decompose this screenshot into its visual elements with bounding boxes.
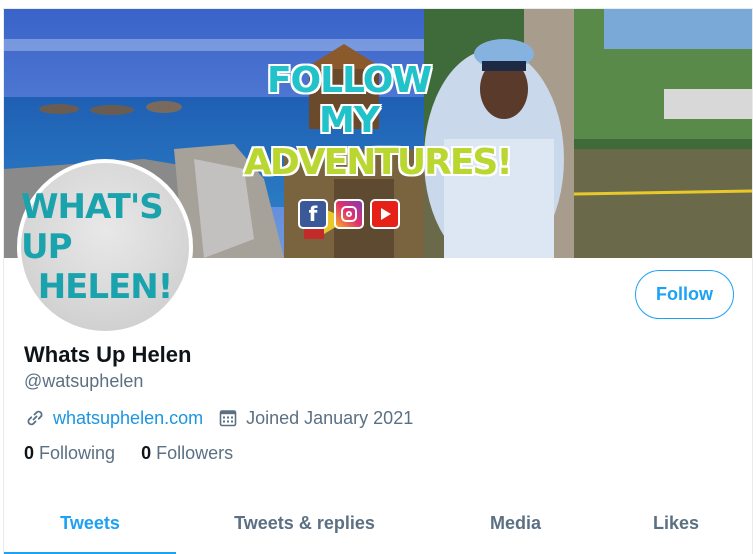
avatar-text-line2: HELEN! — [37, 267, 174, 307]
tab-tweets[interactable]: Tweets — [4, 492, 176, 554]
website-link[interactable]: whatsuphelen.com — [53, 408, 203, 429]
tab-media[interactable]: Media — [433, 492, 598, 554]
facebook-icon: f — [298, 199, 328, 229]
banner-headline-line2: ADVENTURES! — [244, 142, 513, 183]
banner-social-icons: f — [244, 199, 454, 229]
follow-stats: 0 Following 0 Followers — [24, 443, 259, 464]
profile-meta: whatsuphelen.com Joined January 2021 — [24, 406, 413, 430]
link-icon — [24, 407, 46, 429]
instagram-icon — [334, 199, 364, 229]
followers-stat[interactable]: 0 Followers — [141, 443, 233, 464]
calendar-icon — [217, 407, 239, 429]
following-count: 0 — [24, 443, 35, 463]
joined-date: Joined January 2021 — [246, 407, 414, 428]
follow-button[interactable]: Follow — [635, 270, 734, 319]
profile-tabs: Tweets Tweets & replies Media Likes — [4, 492, 752, 554]
avatar-text-line1: WHAT'S UP — [21, 187, 164, 267]
banner-headline-line1: FOLLOW MY — [266, 60, 432, 141]
avatar-image: WHAT'S UP HELEN! — [21, 163, 189, 331]
display-name: Whats Up Helen — [24, 342, 192, 367]
banner-headline: FOLLOW MY ADVENTURES! f — [244, 60, 513, 229]
profile-header: FOLLOW MY ADVENTURES! f WHAT'S UP HELEN!… — [3, 8, 753, 554]
followers-count: 0 — [141, 443, 152, 463]
tab-tweets-and-replies[interactable]: Tweets & replies — [176, 492, 433, 554]
followers-label: Followers — [156, 443, 234, 463]
tab-likes[interactable]: Likes — [598, 492, 752, 554]
user-handle: @watsuphelen — [24, 371, 144, 391]
following-stat[interactable]: 0 Following — [24, 443, 115, 464]
youtube-icon — [370, 199, 400, 229]
avatar[interactable]: WHAT'S UP HELEN! — [17, 159, 193, 335]
following-label: Following — [39, 443, 116, 463]
